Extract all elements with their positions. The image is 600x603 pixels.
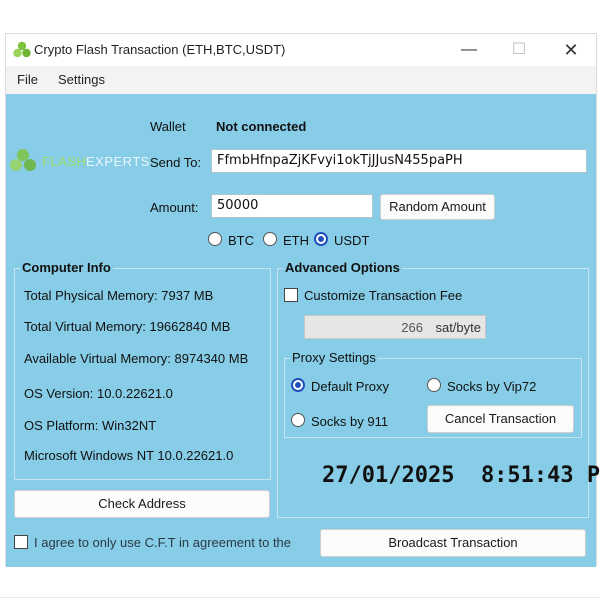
window-title: Crypto Flash Transaction (ETH,BTC,USDT) (34, 42, 286, 57)
menu-file[interactable]: File (17, 72, 38, 87)
amount-label: Amount: (150, 200, 199, 215)
menu-settings[interactable]: Settings (58, 72, 105, 87)
send-to-label: Send To: (150, 155, 202, 170)
info-os-name: Microsoft Windows NT 10.0.22621.0 (24, 448, 234, 463)
info-available-virtual-memory: Available Virtual Memory: 8974340 MB (24, 351, 249, 366)
logo-word-experts: EXPERTS (86, 154, 150, 169)
info-os-version: OS Version: 10.0.22621.0 (24, 386, 173, 401)
advanced-options-title: Advanced Options (283, 260, 402, 275)
computer-info-title: Computer Info (20, 260, 113, 275)
wallet-label: Wallet (150, 119, 186, 134)
radio-socks-vip72-label: Socks by Vip72 (447, 379, 537, 394)
title-bar: Crypto Flash Transaction (ETH,BTC,USDT) … (6, 34, 596, 66)
radio-default-proxy[interactable] (291, 378, 305, 392)
radio-socks-911[interactable] (291, 413, 305, 427)
fee-value: 266 (401, 320, 423, 335)
logo-word-flash: FLASH (42, 154, 87, 169)
wallet-status: Not connected (216, 119, 307, 134)
page-divider (0, 597, 600, 598)
info-physical-memory: Total Physical Memory: 7937 MB (24, 288, 214, 303)
radio-usdt[interactable] (314, 232, 328, 246)
radio-default-proxy-label: Default Proxy (311, 379, 390, 394)
fee-unit: sat/byte (435, 320, 481, 335)
radio-usdt-label: USDT (334, 233, 370, 248)
menu-bar: File Settings (6, 66, 596, 94)
maximize-button[interactable]: ☐ (499, 38, 539, 62)
radio-socks-911-label: Socks by 911 (311, 414, 389, 429)
close-button[interactable]: ✕ (551, 38, 591, 62)
info-total-virtual-memory: Total Virtual Memory: 19662840 MB (24, 319, 231, 334)
clover-app-icon (13, 41, 31, 58)
send-to-input[interactable]: FfmbHfnpaZjKFvyi1okTjJJusN455paPH (211, 149, 587, 173)
fee-field[interactable]: 266 sat/byte (304, 315, 486, 339)
customize-fee-label: Customize Transaction Fee (304, 288, 463, 303)
minimize-button[interactable]: — (449, 38, 489, 62)
app-window: Crypto Flash Transaction (ETH,BTC,USDT) … (5, 33, 600, 567)
agreement-checkbox[interactable] (14, 535, 28, 549)
customize-fee-checkbox[interactable] (284, 288, 298, 302)
info-os-platform: OS Platform: Win32NT (24, 418, 157, 433)
radio-eth-label: ETH (283, 233, 309, 248)
clover-logo-icon (10, 149, 36, 171)
client-area: FLASH EXPERTS Wallet Not connected Send … (6, 94, 600, 567)
broadcast-transaction-button[interactable]: Broadcast Transaction (320, 529, 586, 557)
radio-btc[interactable] (208, 232, 222, 246)
clock-display: 27/01/2025 8:51:43 PM (322, 463, 600, 488)
random-amount-button[interactable]: Random Amount (380, 194, 495, 220)
check-address-button[interactable]: Check Address (14, 490, 270, 518)
radio-btc-label: BTC (228, 233, 254, 248)
amount-input[interactable]: 50000 (211, 194, 373, 218)
proxy-settings-title: Proxy Settings (290, 350, 378, 365)
radio-socks-vip72[interactable] (427, 378, 441, 392)
cancel-transaction-button[interactable]: Cancel Transaction (427, 405, 574, 433)
agreement-label: I agree to only use C.F.T in agreement t… (34, 535, 292, 550)
radio-eth[interactable] (263, 232, 277, 246)
